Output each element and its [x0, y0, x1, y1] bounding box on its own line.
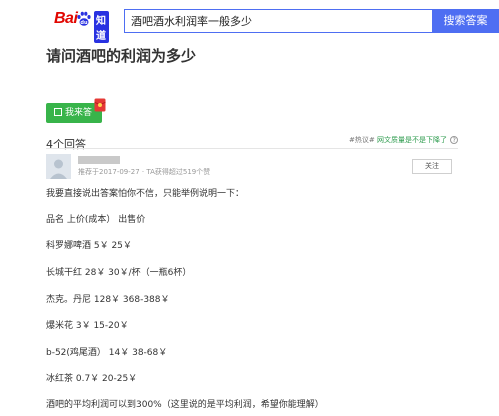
answer-button-label: 我来答 — [65, 108, 93, 118]
avatar[interactable] — [46, 154, 71, 179]
answer-paragraph: 冰红茶 0.7￥ 20-25￥ — [46, 374, 138, 384]
divider — [46, 148, 458, 149]
logo-text-zhidao: 知道 — [94, 11, 109, 43]
answer-paragraph: 杰克。丹尼 128￥ 368-388￥ — [46, 295, 170, 305]
answer-paragraph: 酒吧的平均利润可以到300%（这里说的是平均利润，希望你能理解） — [46, 400, 324, 410]
top-bar: Bai du 知道 搜索答案 — [0, 0, 499, 43]
answer-paragraph: 我要直接说出答案怕你不信，只能举例说明一下： — [46, 189, 245, 199]
search-answer-button[interactable]: 搜索答案 — [432, 9, 499, 33]
question-icon[interactable]: ? — [450, 136, 459, 144]
hot-topic-tag: #热议# — [349, 136, 375, 144]
paw-icon: du — [77, 11, 91, 26]
pencil-icon — [54, 108, 62, 116]
hot-topic-link[interactable]: 网文质量是不是下降了 — [377, 136, 447, 144]
follow-button[interactable]: 关注 — [412, 159, 452, 174]
answer-paragraph: 爆米花 3￥ 15-20￥ — [46, 321, 129, 331]
red-packet-icon[interactable] — [94, 98, 106, 112]
username-redacted[interactable] — [78, 156, 120, 164]
answer-meta: 推荐于2017-09-27 · TA获得超过519个赞 — [78, 168, 211, 176]
answer-paragraph: b-52(鸡尾酒） 14￥ 38-68￥ — [46, 348, 168, 358]
user-avatar-icon — [46, 154, 71, 179]
logo-text-bai: Bai — [54, 10, 78, 27]
answer-paragraph: 长城干红 28￥ 30￥/杯（一瓶6杯） — [46, 268, 192, 278]
answer-paragraph: 科罗娜啤酒 5￥ 25￥ — [46, 241, 132, 251]
answer-count: 4个回答 — [46, 138, 86, 151]
search-input[interactable] — [124, 9, 432, 33]
svg-text:du: du — [80, 20, 88, 26]
answer-paragraph: 品名 上价(成本） 出售价 — [46, 215, 146, 225]
question-title: 请问酒吧的利润为多少 — [46, 47, 197, 65]
hot-topic-banner: #热议# 网文质量是不是下降了 ? — [349, 135, 459, 145]
